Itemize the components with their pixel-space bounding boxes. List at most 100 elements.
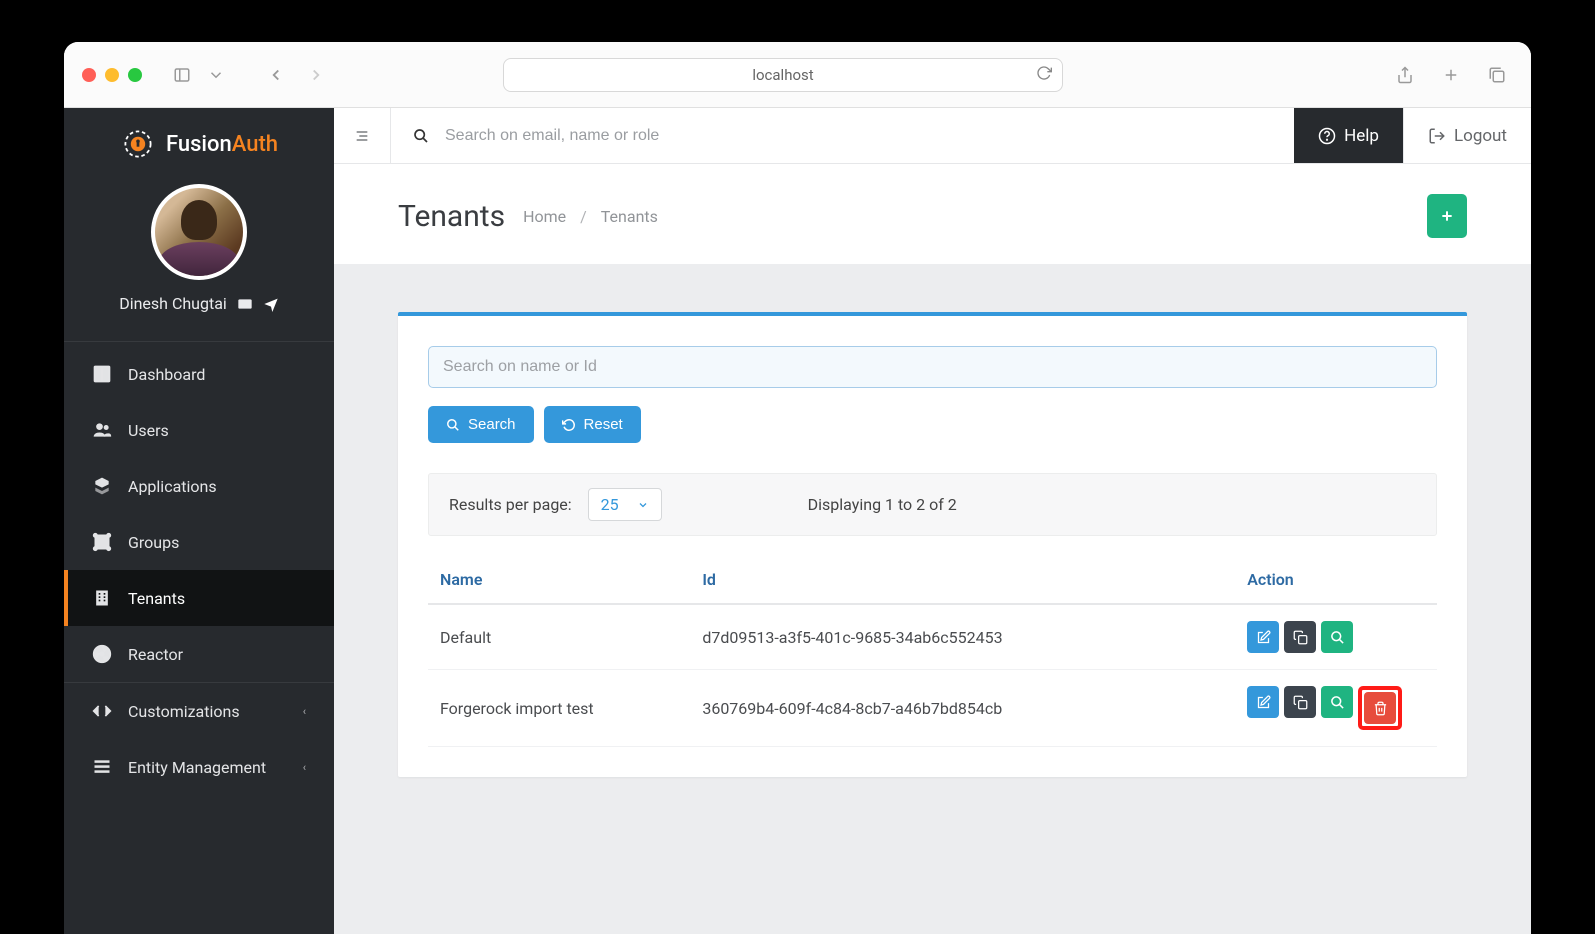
entity-icon <box>92 757 112 777</box>
results-per-page-label: Results per page: <box>449 495 572 514</box>
tenant-id: d7d09513-a3f5-401c-9685-34ab6c552453 <box>690 604 1235 670</box>
search-icon <box>446 418 460 432</box>
nav-entity-management[interactable]: Entity Management ‹ <box>64 739 334 795</box>
nav-applications[interactable]: Applications <box>64 458 334 514</box>
nav-dashboard[interactable]: Dashboard <box>64 346 334 402</box>
copy-button[interactable] <box>1284 686 1316 718</box>
avatar[interactable] <box>151 184 247 280</box>
tenant-id: 360769b4-609f-4c84-8cb7-a46b7bd854cb <box>690 670 1235 747</box>
help-button[interactable]: Help <box>1294 108 1403 163</box>
search-icon <box>1330 695 1345 710</box>
close-window-button[interactable] <box>82 68 96 82</box>
col-name[interactable]: Name <box>428 556 690 604</box>
reset-icon <box>562 418 576 432</box>
nav-tenants[interactable]: Tenants <box>64 570 334 626</box>
user-profile: Dinesh Chugtai <box>64 172 334 342</box>
tenants-table: Name Id Action Default d7d09513-a3f5-401… <box>428 556 1437 747</box>
users-icon <box>92 420 112 440</box>
nav-customizations[interactable]: Customizations ‹ <box>64 683 334 739</box>
logout-icon <box>1428 127 1446 145</box>
forward-button[interactable] <box>300 61 332 89</box>
table-row: Default d7d09513-a3f5-401c-9685-34ab6c55… <box>428 604 1437 670</box>
groups-icon <box>92 532 112 552</box>
refresh-icon[interactable] <box>1036 65 1052 85</box>
url-text: localhost <box>752 66 813 84</box>
chevron-left-icon: ‹ <box>303 705 306 718</box>
highlight-box <box>1358 686 1402 730</box>
app-container: FusionAuth Dinesh Chugtai Dashboard <box>64 108 1531 934</box>
sidebar-dropdown-icon[interactable] <box>200 61 232 89</box>
id-card-icon[interactable] <box>237 296 253 312</box>
browser-window: localhost <box>64 42 1531 934</box>
copy-icon <box>1293 630 1308 645</box>
table-row: Forgerock import test 360769b4-609f-4c84… <box>428 670 1437 747</box>
new-tab-icon[interactable] <box>1435 61 1467 89</box>
tenants-card: Search Reset Results per page: 25 <box>398 312 1467 777</box>
sidebar-toggle-icon[interactable] <box>166 61 198 89</box>
global-search-input[interactable] <box>445 127 1272 145</box>
add-tenant-button[interactable] <box>1427 194 1467 238</box>
logo-icon <box>120 126 156 162</box>
back-button[interactable] <box>260 61 292 89</box>
logo-text: FusionAuth <box>166 132 278 157</box>
search-button[interactable]: Search <box>428 406 534 443</box>
edit-icon <box>1256 630 1271 645</box>
share-icon[interactable] <box>1389 61 1421 89</box>
reactor-icon <box>92 644 112 664</box>
hamburger-icon <box>352 128 372 144</box>
content-body: Search Reset Results per page: 25 <box>334 264 1531 934</box>
tenant-name: Forgerock import test <box>428 670 690 747</box>
hamburger-button[interactable] <box>334 108 391 163</box>
dashboard-icon <box>92 364 112 384</box>
chevron-left-icon: ‹ <box>303 761 306 774</box>
search-icon <box>413 128 429 144</box>
tenant-name: Default <box>428 604 690 670</box>
minimize-window-button[interactable] <box>105 68 119 82</box>
results-bar: Results per page: 25 Displaying 1 to 2 o… <box>428 473 1437 536</box>
browser-chrome: localhost <box>64 42 1531 108</box>
chevron-down-icon <box>637 499 649 511</box>
results-count: Displaying 1 to 2 of 2 <box>808 495 957 514</box>
reset-button[interactable]: Reset <box>544 406 641 443</box>
sidebar: FusionAuth Dinesh Chugtai Dashboard <box>64 108 334 934</box>
applications-icon <box>92 476 112 496</box>
col-action: Action <box>1235 556 1437 604</box>
content-header: Tenants Home / Tenants <box>334 164 1531 264</box>
edit-button[interactable] <box>1247 686 1279 718</box>
maximize-window-button[interactable] <box>128 68 142 82</box>
nav-menu: Dashboard Users Applications Groups Tena… <box>64 342 334 934</box>
nav-reactor[interactable]: Reactor <box>64 626 334 682</box>
traffic-lights <box>82 68 142 82</box>
breadcrumb-home[interactable]: Home <box>523 207 566 226</box>
tenant-search-input[interactable] <box>428 346 1437 388</box>
customizations-icon <box>92 701 112 721</box>
view-button[interactable] <box>1321 621 1353 653</box>
nav-users[interactable]: Users <box>64 402 334 458</box>
delete-button[interactable] <box>1364 692 1396 724</box>
col-id[interactable]: Id <box>690 556 1235 604</box>
location-icon[interactable] <box>263 296 279 312</box>
tabs-icon[interactable] <box>1481 61 1513 89</box>
topbar-search <box>391 108 1294 163</box>
edit-icon <box>1256 695 1271 710</box>
search-icon <box>1330 630 1345 645</box>
tenants-icon <box>92 588 112 608</box>
trash-icon <box>1373 701 1388 716</box>
nav-groups[interactable]: Groups <box>64 514 334 570</box>
topbar: Help Logout <box>334 108 1531 164</box>
per-page-select[interactable]: 25 <box>588 488 662 521</box>
logout-button[interactable]: Logout <box>1403 108 1531 163</box>
help-icon <box>1318 127 1336 145</box>
user-name: Dinesh Chugtai <box>84 294 314 313</box>
main: Help Logout Tenants Home / Tenants <box>334 108 1531 934</box>
page-title: Tenants <box>398 199 505 234</box>
breadcrumb-current: Tenants <box>601 207 658 226</box>
plus-icon <box>1439 208 1455 224</box>
copy-icon <box>1293 695 1308 710</box>
copy-button[interactable] <box>1284 621 1316 653</box>
view-button[interactable] <box>1321 686 1353 718</box>
edit-button[interactable] <box>1247 621 1279 653</box>
url-bar[interactable]: localhost <box>503 58 1063 92</box>
logo: FusionAuth <box>64 108 334 172</box>
breadcrumb: Home / Tenants <box>523 207 658 226</box>
